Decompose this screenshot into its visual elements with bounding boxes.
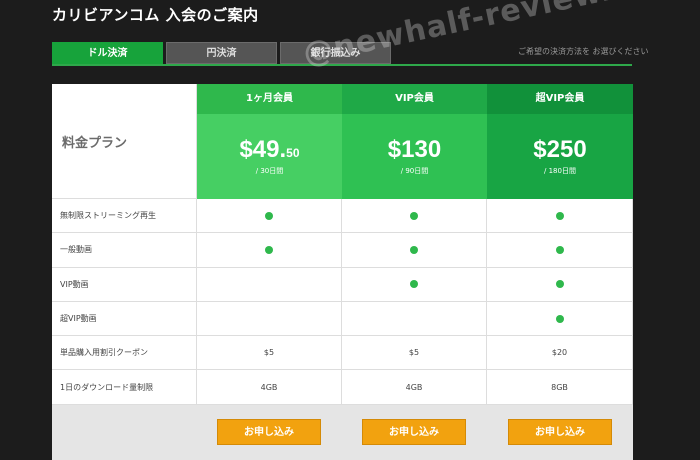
feature-cell: 4GB xyxy=(342,370,487,405)
feature-label: 一般動画 xyxy=(52,233,197,268)
feature-cell xyxy=(197,233,342,268)
plan-name: 超VIP会員 xyxy=(487,84,633,114)
plan-name: 1ヶ月会員 xyxy=(197,84,342,114)
feature-cell xyxy=(342,199,487,234)
feature-cell xyxy=(487,301,633,337)
apply-button-1month[interactable]: お申し込み xyxy=(217,419,321,445)
check-dot-icon xyxy=(410,280,418,289)
plan-period: / 90日間 xyxy=(400,167,429,175)
feature-cell: $5 xyxy=(342,336,487,371)
plan-column-1month: 1ヶ月会員 $49.50 / 30日間 $5 4GB xyxy=(197,84,342,405)
tab-dollar[interactable]: ドル決済 xyxy=(52,42,163,64)
feature-cell xyxy=(197,267,342,302)
feature-label: 1日のダウンロード量制限 xyxy=(52,370,197,405)
feature-label: 超VIP動画 xyxy=(52,301,197,337)
feature-cell: 8GB xyxy=(487,370,633,405)
check-dot-icon xyxy=(555,211,564,220)
plan-price-box: $250 / 180日間 xyxy=(487,114,633,199)
check-dot-icon xyxy=(555,245,564,254)
check-dot-icon xyxy=(555,280,564,289)
feature-cell xyxy=(197,301,342,337)
plan-price-box: $130 / 90日間 xyxy=(342,114,487,199)
apply-button-super-vip[interactable]: お申し込み xyxy=(508,419,612,445)
plan-price: $250 xyxy=(533,136,587,163)
feature-label: VIP動画 xyxy=(52,267,197,302)
plan-column-super-vip: 超VIP会員 $250 / 180日間 $20 8GB xyxy=(487,84,633,405)
feature-cell: $20 xyxy=(487,336,633,371)
page-title: カリビアンコム 入会のご案内 xyxy=(52,6,259,24)
plan-period: / 30日間 xyxy=(255,167,284,175)
plan-name: VIP会員 xyxy=(342,84,487,114)
feature-cell xyxy=(342,233,487,268)
check-dot-icon xyxy=(410,211,418,220)
check-dot-icon xyxy=(555,314,564,323)
apply-button-vip[interactable]: お申し込み xyxy=(362,419,466,445)
feature-label: 無制限ストリーミング再生 xyxy=(52,199,197,234)
plan-column-vip: VIP会員 $130 / 90日間 $5 4GB xyxy=(342,84,487,405)
feature-cell xyxy=(197,199,342,234)
feature-label: 単品購入用割引クーポン xyxy=(52,336,197,371)
feature-cell: 4GB xyxy=(197,370,342,405)
tab-yen[interactable]: 円決済 xyxy=(166,42,277,64)
plan-price: $49.50 xyxy=(239,136,300,163)
feature-cell xyxy=(487,267,633,302)
check-dot-icon xyxy=(410,245,418,254)
plan-label: 料金プラン xyxy=(52,84,197,199)
feature-cell xyxy=(487,233,633,268)
feature-cell xyxy=(342,301,487,337)
check-dot-icon xyxy=(265,211,273,220)
plan-period: / 180日間 xyxy=(544,167,576,175)
plan-price-box: $49.50 / 30日間 xyxy=(197,114,342,199)
label-column: 料金プラン 無制限ストリーミング再生 一般動画 VIP動画 超VIP動画 単品購… xyxy=(52,84,197,405)
check-dot-icon xyxy=(265,245,273,254)
feature-cell xyxy=(487,199,633,234)
plan-price: $130 xyxy=(387,136,442,163)
pricing-table: 料金プラン 無制限ストリーミング再生 一般動画 VIP動画 超VIP動画 単品購… xyxy=(52,84,633,460)
feature-cell xyxy=(342,267,487,302)
feature-cell: $5 xyxy=(197,336,342,371)
tab-note: ご希望の決済方法を お選びください xyxy=(518,47,649,56)
